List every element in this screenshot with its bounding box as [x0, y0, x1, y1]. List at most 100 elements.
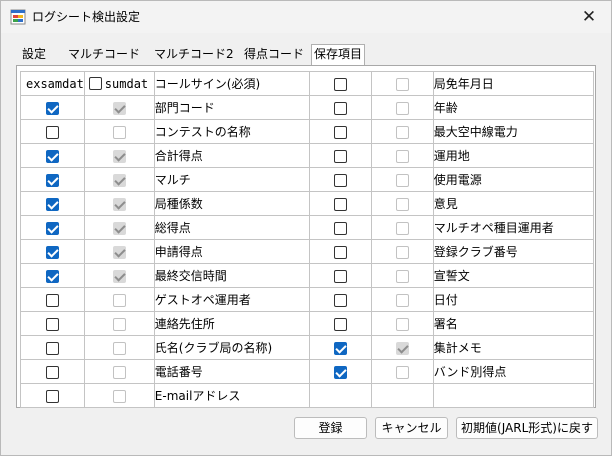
reset-default-button[interactable]: 初期値(JARL形式)に戻す [456, 417, 598, 439]
tab-multi-code[interactable]: マルチコード [66, 45, 142, 65]
sumdat-cell-2 [370, 359, 434, 384]
exsamdat-checkbox[interactable] [45, 389, 59, 403]
exsamdat-checkbox[interactable] [45, 221, 59, 235]
item-label-2: 署名 [432, 311, 594, 336]
sumdat-checkbox-2 [395, 245, 409, 259]
exsamdat-cell [20, 143, 85, 168]
sumdat-cell-2 [370, 335, 434, 360]
register-button[interactable]: 登録 [294, 417, 367, 439]
item-label-2: 日付 [432, 287, 594, 312]
exsamdat-checkbox-2[interactable] [333, 125, 347, 139]
sumdat-cell-2 [370, 383, 434, 408]
sumdat-checkbox [112, 317, 126, 331]
sumdat-checkbox-2 [395, 317, 409, 331]
item-label: 申請得点 [153, 239, 310, 264]
item-label: 合計得点 [153, 143, 310, 168]
item-label-2 [432, 383, 594, 408]
exsamdat-checkbox-2[interactable] [333, 77, 347, 91]
exsamdat-checkbox[interactable] [45, 365, 59, 379]
sumdat-header-checkbox[interactable] [88, 77, 102, 91]
sumdat-cell [83, 95, 155, 120]
exsamdat-cell-2 [308, 119, 372, 144]
sumdat-cell [83, 263, 155, 288]
item-label-2: 運用地 [432, 143, 594, 168]
sumdat-cell-2 [370, 263, 434, 288]
exsamdat-checkbox[interactable] [45, 245, 59, 259]
exsamdat-checkbox-2[interactable] [333, 365, 347, 379]
sumdat-cell-2 [370, 311, 434, 336]
exsamdat-cell [20, 239, 85, 264]
table-row: 局種係数 意見 [20, 191, 594, 216]
sumdat-checkbox [112, 389, 126, 403]
exsamdat-checkbox-2[interactable] [333, 197, 347, 211]
table-row: 最終交信時間 宣誓文 [20, 263, 594, 288]
exsamdat-checkbox-2[interactable] [333, 149, 347, 163]
item-label: 電話番号 [153, 359, 310, 384]
sumdat-checkbox [112, 245, 126, 259]
app-icon [10, 9, 26, 25]
item-label-2: 集計メモ [432, 335, 594, 360]
exsamdat-cell-2 [308, 311, 372, 336]
item-label-2: 宣誓文 [432, 263, 594, 288]
exsamdat-checkbox[interactable] [45, 341, 59, 355]
exsamdat-checkbox[interactable] [45, 317, 59, 331]
exsamdat-checkbox-2[interactable] [333, 269, 347, 283]
sumdat-cell-2 [370, 239, 434, 264]
sumdat-checkbox-2 [395, 293, 409, 307]
exsamdat-cell-2 [308, 239, 372, 264]
window-title: ログシート検出設定 [32, 10, 141, 24]
item-label: コンテストの名称 [153, 119, 310, 144]
exsamdat-cell-2 [308, 287, 372, 312]
sumdat-checkbox-2 [395, 197, 409, 211]
sumdat-cell-2 [370, 167, 434, 192]
exsamdat-cell-2 [308, 359, 372, 384]
exsamdat-checkbox-2[interactable] [333, 341, 347, 355]
tab-save-items[interactable]: 保存項目 [311, 44, 366, 65]
exsamdat-checkbox-2[interactable] [333, 173, 347, 187]
exsamdat-cell-2 [308, 167, 372, 192]
sumdat-cell-2 [370, 71, 434, 96]
exsamdat-cell [20, 95, 85, 120]
sumdat-checkbox-2 [395, 125, 409, 139]
exsamdat-header: exsamdat [26, 76, 84, 91]
sumdat-cell: sumdat [83, 71, 155, 96]
sumdat-cell-2 [370, 119, 434, 144]
exsamdat-checkbox[interactable] [45, 149, 59, 163]
tab-multi-code-2[interactable]: マルチコード2 [152, 45, 236, 65]
cancel-button[interactable]: キャンセル [375, 417, 448, 439]
tab-settings[interactable]: 設定 [20, 45, 48, 65]
exsamdat-checkbox[interactable] [45, 125, 59, 139]
exsamdat-checkbox[interactable] [45, 269, 59, 283]
exsamdat-checkbox-2[interactable] [333, 221, 347, 235]
sumdat-checkbox-2 [395, 221, 409, 235]
sumdat-cell-2 [370, 215, 434, 240]
sumdat-cell [83, 311, 155, 336]
sumdat-cell [83, 119, 155, 144]
table-row: 部門コード 年齢 [20, 95, 594, 120]
sumdat-checkbox [112, 149, 126, 163]
table-row: コンテストの名称 最大空中線電力 [20, 119, 594, 144]
close-button[interactable]: ✕ [567, 1, 611, 33]
exsamdat-checkbox[interactable] [45, 173, 59, 187]
exsamdat-checkbox-2[interactable] [333, 245, 347, 259]
exsamdat-cell [20, 167, 85, 192]
sumdat-checkbox-2 [395, 341, 409, 355]
exsamdat-checkbox[interactable] [45, 197, 59, 211]
item-label-2: バンド別得点 [432, 359, 594, 384]
exsamdat-checkbox[interactable] [45, 101, 59, 115]
tab-score-code[interactable]: 得点コード [242, 45, 306, 65]
exsamdat-cell [20, 287, 85, 312]
sumdat-cell [83, 335, 155, 360]
exsamdat-checkbox-2[interactable] [333, 293, 347, 307]
exsamdat-cell [20, 335, 85, 360]
exsamdat-checkbox-2[interactable] [333, 317, 347, 331]
sumdat-checkbox-2 [395, 77, 409, 91]
sumdat-checkbox [112, 125, 126, 139]
sumdat-cell [83, 239, 155, 264]
exsamdat-checkbox[interactable] [45, 293, 59, 307]
sumdat-cell-2 [370, 191, 434, 216]
exsamdat-checkbox-2[interactable] [333, 101, 347, 115]
table-row: 総得点 マルチオペ種目運用者 [20, 215, 594, 240]
exsamdat-cell [20, 119, 85, 144]
table-row: マルチ 使用電源 [20, 167, 594, 192]
